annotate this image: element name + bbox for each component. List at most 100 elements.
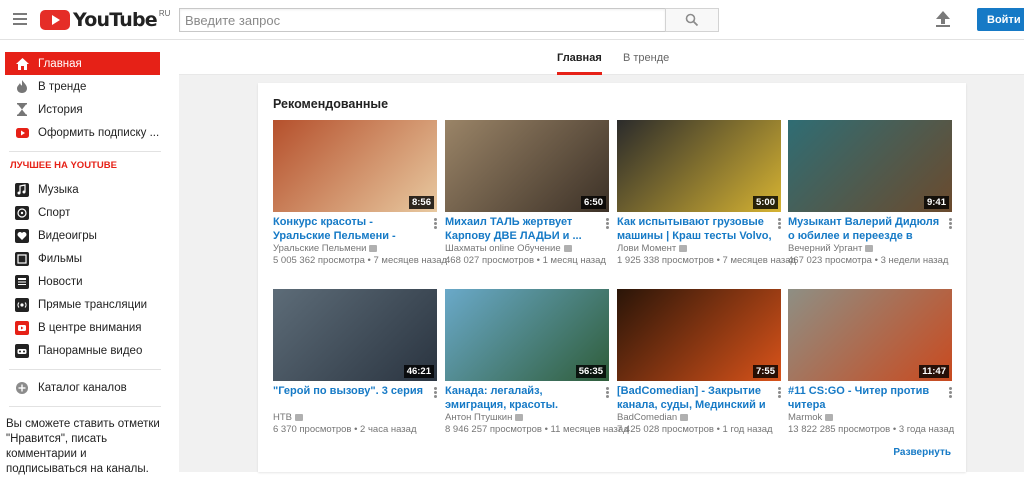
sidebar-item-label: Прямые трансляции — [38, 298, 148, 311]
more-actions-icon[interactable] — [949, 218, 952, 230]
video-channel[interactable]: BadComedian — [617, 412, 781, 424]
video-age: • 1 месяц назад — [536, 255, 606, 266]
sidebar-item-label: Панорамные видео — [38, 344, 143, 357]
signin-button[interactable]: Войти — [977, 8, 1024, 31]
video-title[interactable]: Конкурс красоты - Уральские Пельмени - А… — [273, 215, 437, 243]
sidebar-item-label: Спорт — [38, 206, 71, 219]
video-thumbnail[interactable]: 9:41 — [788, 120, 952, 212]
more-actions-icon[interactable] — [778, 387, 781, 399]
video-duration: 7:55 — [752, 365, 778, 378]
verified-icon — [680, 414, 689, 421]
sidebar-item-label: Фильмы — [38, 252, 83, 265]
video-age: • 7 месяцев назад — [716, 255, 797, 266]
sidebar-item-films[interactable]: Фильмы — [0, 247, 170, 270]
video-thumbnail[interactable]: 8:56 — [273, 120, 437, 212]
video-channel[interactable]: НТВ — [273, 412, 437, 424]
video-channel-name: НТВ — [273, 412, 292, 423]
video-title[interactable]: Музыкант Валерий Дидюля о юбилее и перее… — [788, 215, 952, 243]
upload-button[interactable] — [935, 10, 951, 28]
video-channel[interactable]: Шахматы online Обучение — [445, 243, 609, 255]
video-title[interactable]: [BadComedian] - Закрытие канала, суды, М… — [617, 384, 781, 412]
video-stats: 468 027 просмотров • 1 месяц назад — [445, 255, 609, 267]
video-channel[interactable]: Лови Момент — [617, 243, 781, 255]
sidebar-item-label: Видеоигры — [38, 229, 97, 242]
video-thumbnail[interactable]: 56:35 — [445, 289, 609, 381]
video-channel[interactable]: Уральские Пельмени — [273, 243, 437, 255]
video-card[interactable]: 7:55 [BadComedian] - Закрытие канала, суд… — [617, 289, 781, 436]
video-channel[interactable]: Marmok — [788, 412, 952, 424]
video-title[interactable]: Канада: легалайз, эмиграция, красоты. Бо… — [445, 384, 609, 412]
video-title[interactable]: "Герой по вызову". 3 серия — [273, 384, 437, 412]
video-title-text: Канада: легалайз, эмиграция, красоты. Бо… — [445, 385, 559, 411]
sidebar-item-history[interactable]: История — [0, 98, 170, 121]
video-card[interactable]: 5:00 Как испытывают грузовые машины | Кра… — [617, 120, 796, 267]
video-thumbnail[interactable]: 11:47 — [788, 289, 952, 381]
news-icon — [15, 274, 29, 289]
video-views: 468 027 просмотров — [445, 255, 535, 266]
verified-icon — [825, 414, 834, 421]
tab-trending[interactable]: В тренде — [623, 41, 669, 75]
sidebar-item-vr[interactable]: Панорамные видео — [0, 339, 170, 362]
video-title[interactable]: Как испытывают грузовые машины | Краш те… — [617, 215, 781, 243]
video-stats: 7 425 028 просмотров • 1 год назад — [617, 424, 781, 436]
more-actions-icon[interactable] — [949, 387, 952, 399]
video-title-text: Музыкант Валерий Дидюля о юбилее и перее… — [788, 216, 940, 242]
sidebar-item-catalog[interactable]: Каталог каналов — [0, 376, 170, 399]
video-thumbnail[interactable]: 6:50 — [445, 120, 609, 212]
video-channel[interactable]: Вечерний Ургант — [788, 243, 952, 255]
video-stats: 1 925 338 просмотров • 7 месяцев назад — [617, 255, 796, 267]
sidebar-item-news[interactable]: Новости — [0, 270, 170, 293]
tab-home[interactable]: Главная — [557, 41, 602, 75]
sport-icon — [15, 205, 29, 220]
verified-icon — [865, 245, 874, 252]
sidebar-section-heading: ЛУЧШЕЕ НА YOUTUBE — [10, 160, 117, 171]
search-icon — [685, 13, 699, 27]
more-actions-icon[interactable] — [606, 387, 609, 399]
search-input[interactable] — [180, 9, 665, 31]
logo-text: YouTube — [73, 9, 158, 31]
verified-icon — [369, 245, 378, 252]
video-card[interactable]: 9:41 Музыкант Валерий Дидюля о юбилее и п… — [788, 120, 952, 267]
sidebar-item-spotlight[interactable]: В центре внимания — [0, 316, 170, 339]
video-duration: 56:35 — [575, 365, 606, 378]
more-actions-icon[interactable] — [778, 218, 781, 230]
flame-icon — [15, 80, 29, 94]
video-thumbnail[interactable]: 7:55 — [617, 289, 781, 381]
video-views: 6 370 просмотров — [273, 424, 352, 435]
video-card[interactable]: 56:35 Канада: легалайз, эмиграция, красот… — [445, 289, 629, 436]
youtube-logo[interactable]: YouTube RU — [40, 9, 170, 31]
video-card[interactable]: 46:21 "Герой по вызову". 3 серия НТВ 6 370 … — [273, 289, 437, 436]
more-actions-icon[interactable] — [606, 218, 609, 230]
sidebar-item-sport[interactable]: Спорт — [0, 201, 170, 224]
sidebar-item-home[interactable]: Главная — [5, 52, 160, 75]
video-title[interactable]: #11 CS:GO - Читер против читера — [788, 384, 952, 412]
video-channel[interactable]: Антон Птушкин — [445, 412, 609, 424]
video-title-text: [BadComedian] - Закрытие канала, суды, М… — [617, 385, 766, 411]
youtube-red-icon — [15, 126, 29, 140]
expand-button[interactable]: Развернуть — [893, 447, 951, 458]
sidebar-item-trending[interactable]: В тренде — [0, 75, 170, 98]
sidebar-item-label: Оформить подписку ... — [38, 126, 160, 139]
video-duration: 9:41 — [923, 196, 949, 209]
sidebar: Главная В тренде История Оформить подпис… — [0, 41, 170, 475]
sidebar-item-music[interactable]: Музыка — [0, 178, 170, 201]
video-card[interactable]: 6:50 Михаил ТАЛЬ жертвует Карпову ДВЕ ЛАД… — [445, 120, 609, 267]
video-age: • 3 года назад — [892, 424, 955, 435]
video-title[interactable]: Михаил ТАЛЬ жертвует Карпову ДВЕ ЛАДЬИ и… — [445, 215, 609, 243]
sidebar-item-subscribe[interactable]: Оформить подписку ... — [0, 121, 170, 144]
video-thumbnail[interactable]: 46:21 — [273, 289, 437, 381]
video-views: 8 946 257 просмотров — [445, 424, 542, 435]
search-button[interactable] — [665, 8, 719, 32]
music-icon — [15, 182, 29, 197]
more-actions-icon[interactable] — [434, 218, 437, 230]
sidebar-item-label: История — [38, 103, 83, 116]
menu-icon[interactable] — [13, 13, 27, 25]
video-views: 467 023 просмотра — [788, 255, 872, 266]
video-card[interactable]: 8:56 Конкурс красоты - Уральские Пельмени… — [273, 120, 447, 267]
video-thumbnail[interactable]: 5:00 — [617, 120, 781, 212]
video-views: 13 822 285 просмотров — [788, 424, 891, 435]
sidebar-item-gaming[interactable]: Видеоигры — [0, 224, 170, 247]
sidebar-item-live[interactable]: Прямые трансляции — [0, 293, 170, 316]
more-actions-icon[interactable] — [434, 387, 437, 399]
video-card[interactable]: 11:47 #11 CS:GO - Читер против читера Marm… — [788, 289, 955, 436]
